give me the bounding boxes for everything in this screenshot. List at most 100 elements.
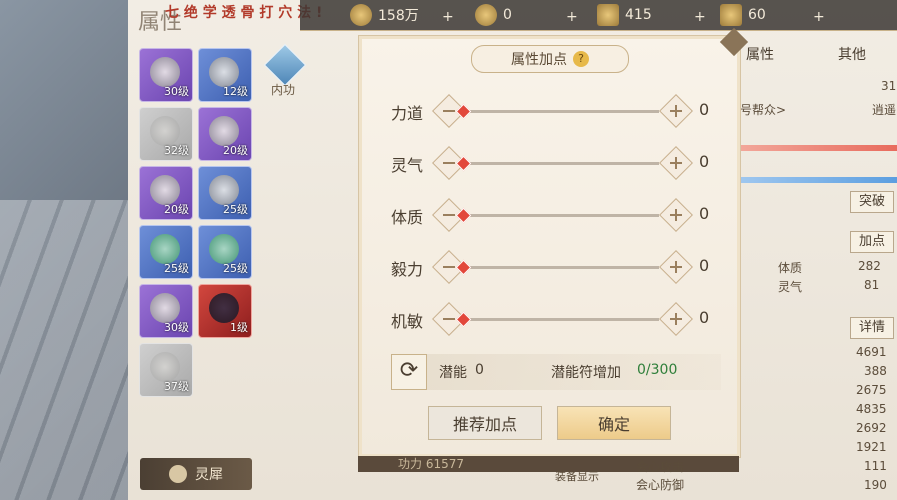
attr-value: 0 xyxy=(699,100,710,119)
equip-slot-robe[interactable]: 20级 xyxy=(198,107,252,161)
stat-number: 111 xyxy=(864,459,887,473)
equip-level: 30级 xyxy=(164,85,189,98)
attr-row-tizhi: 体质 0 xyxy=(379,198,719,234)
stat-number: 4691 xyxy=(856,345,887,359)
equip-slot-fan[interactable]: 30级 xyxy=(139,48,193,102)
attr-label: 灵气 xyxy=(391,156,424,175)
potential-item-label: 潜能符增加 xyxy=(551,365,621,381)
attr-label: 力道 xyxy=(391,104,424,123)
equip-slot-locked[interactable]: 37级 xyxy=(139,343,193,397)
equip-level: 1级 xyxy=(230,321,248,334)
equip-slot-bracer[interactable]: 25级 xyxy=(198,166,252,220)
add-silver-button[interactable]: + xyxy=(694,6,706,28)
equip-slot-boots[interactable]: 30级 xyxy=(139,284,193,338)
attr-slider-track[interactable] xyxy=(464,318,659,321)
potential-row: ⟳ 潜能 0 潜能符增加 0/300 xyxy=(391,354,721,390)
guild-text: 号帮众> xyxy=(740,103,787,117)
breakthrough-button[interactable]: 突破 xyxy=(850,191,895,213)
stat-number: 190 xyxy=(864,478,887,492)
attr-slider-track[interactable] xyxy=(464,162,659,165)
currency-gold: 60 xyxy=(720,4,766,26)
stat-value: 81 xyxy=(864,278,880,292)
equip-level: 20级 xyxy=(164,203,189,216)
stat-number: 1921 xyxy=(856,440,887,454)
equip-level: 37级 xyxy=(164,380,189,393)
silver-ingot-icon xyxy=(597,4,619,26)
attr-value: 0 xyxy=(699,256,710,275)
attribute-points-dialog: 属性加点 ? 力道 0 灵气 0 体质 0 毅力 0 机敏 0 ⟳ 潜能 0 潜… xyxy=(358,27,749,458)
increase-button[interactable] xyxy=(659,94,693,128)
currency-value: 415 xyxy=(625,7,652,23)
mp-bar xyxy=(740,177,897,183)
equip-slot-belt[interactable]: 1级 xyxy=(198,284,252,338)
attr-row-lingqi: 灵气 0 xyxy=(379,146,719,182)
add-points-button[interactable]: 加点 xyxy=(850,231,895,253)
attr-slider-track[interactable] xyxy=(464,110,659,113)
dialog-title: 属性加点 ? xyxy=(471,45,629,73)
equip-level: 32级 xyxy=(164,144,189,157)
increase-button[interactable] xyxy=(659,302,693,336)
tab-attributes[interactable]: 属性 xyxy=(746,44,774,64)
attr-slider-track[interactable] xyxy=(464,214,659,217)
add-gold-button[interactable]: + xyxy=(813,6,825,28)
stat-number: 4835 xyxy=(856,402,887,416)
increase-button[interactable] xyxy=(659,146,693,180)
stat-label: 灵气 xyxy=(778,280,803,294)
crit-defense-label: 会心防御 xyxy=(636,478,685,492)
attr-row-yili: 毅力 0 xyxy=(379,250,719,286)
equip-level: 20级 xyxy=(223,144,248,157)
stat-number: 388 xyxy=(864,364,887,378)
currency-coin: 158万 xyxy=(350,4,419,26)
stat-value: 282 xyxy=(858,259,881,273)
stat-label: 体质 xyxy=(778,261,803,275)
recommend-button[interactable]: 推荐加点 xyxy=(428,406,542,440)
lingxi-button[interactable]: 灵犀 xyxy=(140,458,252,490)
add-copper-button[interactable]: + xyxy=(566,6,578,28)
equip-slot-ring-right[interactable]: 25级 xyxy=(198,225,252,279)
guild-right-text: 逍遥 xyxy=(872,103,897,117)
attr-row-lidao: 力道 0 xyxy=(379,94,719,130)
potential-item-value: 0/300 xyxy=(637,362,678,378)
potential-value: 0 xyxy=(475,362,484,378)
potential-label: 潜能 xyxy=(439,365,467,381)
attr-label: 体质 xyxy=(391,208,424,227)
equip-slot-ring-left[interactable]: 25级 xyxy=(139,225,193,279)
increase-button[interactable] xyxy=(659,250,693,284)
confirm-button[interactable]: 确定 xyxy=(557,406,671,440)
attr-row-jimin: 机敏 0 xyxy=(379,302,719,338)
copper-icon xyxy=(475,4,497,26)
equip-level: 25级 xyxy=(164,262,189,275)
currency-value: 0 xyxy=(503,7,512,23)
currency-copper: 0 xyxy=(475,4,512,26)
gold-ingot-icon xyxy=(720,4,742,26)
refresh-icon[interactable]: ⟳ xyxy=(391,354,427,390)
currency-silver: 415 xyxy=(597,4,652,26)
attr-value: 0 xyxy=(699,308,710,327)
attr-label: 机敏 xyxy=(391,312,424,331)
top-value: 31 xyxy=(881,79,897,93)
attr-value: 0 xyxy=(699,152,710,171)
details-button[interactable]: 详情 xyxy=(850,317,895,339)
equip-slot-ornament[interactable]: 12级 xyxy=(198,48,252,102)
currency-value: 60 xyxy=(748,7,766,23)
help-icon[interactable]: ? xyxy=(573,51,589,67)
equip-level: 25级 xyxy=(223,203,248,216)
dialog-title-text: 属性加点 xyxy=(511,52,567,68)
attr-slider-track[interactable] xyxy=(464,266,659,269)
increase-button[interactable] xyxy=(659,198,693,232)
equip-slot-gauntlet[interactable]: 20级 xyxy=(139,166,193,220)
hp-bar xyxy=(740,145,897,151)
tab-other[interactable]: 其他 xyxy=(838,44,866,64)
attr-value: 0 xyxy=(699,204,710,223)
equip-level: 12级 xyxy=(223,85,248,98)
equip-display-label: 装备显示 xyxy=(555,470,599,483)
attr-label: 毅力 xyxy=(391,260,424,279)
stat-number: 2675 xyxy=(856,383,887,397)
crit-attack-label: 会心攻击 xyxy=(636,460,685,474)
lingxi-icon xyxy=(169,465,187,483)
equip-slot-locked[interactable]: 32级 xyxy=(139,107,193,161)
add-coin-button[interactable]: + xyxy=(442,6,454,28)
equip-level: 30级 xyxy=(164,321,189,334)
right-attribute-panel: 属性 其他 31 号帮众> 逍遥 突破 加点 体质 282 灵气 81 详情 4… xyxy=(740,35,897,500)
stat-number: 2692 xyxy=(856,421,887,435)
